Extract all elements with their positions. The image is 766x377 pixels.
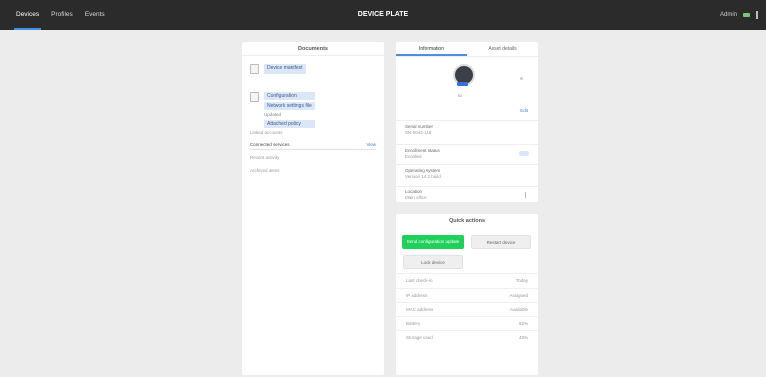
document-item[interactable]: Configuration Network settings file Upda… <box>250 92 315 128</box>
detail-row: Storage used 48% <box>396 330 538 345</box>
profile-panel: Information Asset details ID Edit Serial… <box>396 42 538 202</box>
detail-key: IP address <box>406 293 428 298</box>
avatar-badge-icon <box>457 82 468 86</box>
document-item[interactable]: Device manifest <box>250 64 306 74</box>
document-chip[interactable]: Configuration <box>264 92 315 100</box>
detail-value: Available <box>509 307 528 312</box>
info-row[interactable]: Location Main office <box>396 186 538 202</box>
send-update-button[interactable]: Send configuration update <box>402 235 464 249</box>
info-row: Operating system Version 14.2 build <box>396 164 538 186</box>
detail-key: Battery <box>406 321 421 326</box>
link-connected-services[interactable]: Connected services View <box>250 142 376 150</box>
detail-row: Battery 92% <box>396 316 538 331</box>
info-value: Version 14.2 build <box>405 174 441 179</box>
document-note: Updated <box>264 112 282 117</box>
document-chip[interactable]: Device manifest <box>264 64 306 74</box>
top-bar: Devices Profiles Events DEVICE PLATE Adm… <box>0 0 766 30</box>
document-icon <box>250 64 259 74</box>
detail-key: Storage used <box>406 335 433 340</box>
actions-panel: Quick actions Send configuration update … <box>396 214 538 375</box>
detail-value: Today <box>515 278 528 283</box>
user-name[interactable]: Admin <box>720 12 737 18</box>
document-chip[interactable]: Attached policy <box>264 120 315 128</box>
tab-information[interactable]: Information <box>396 42 467 56</box>
detail-value: 48% <box>518 335 528 340</box>
link-linked-accounts[interactable]: Linked accounts <box>250 130 376 135</box>
lock-button[interactable]: Lock device <box>403 255 463 269</box>
detail-value: Assigned <box>509 293 528 298</box>
status-toggle[interactable] <box>519 151 529 156</box>
info-value: Main office <box>405 195 427 200</box>
detail-key: Last check-in <box>406 278 433 283</box>
detail-row: IP address Assigned <box>396 288 538 303</box>
detail-value: 92% <box>518 321 528 326</box>
restart-button[interactable]: Restart device <box>471 235 531 249</box>
user-area: Admin <box>720 0 758 30</box>
edit-link[interactable]: Edit <box>520 108 528 113</box>
profile-tabs: Information Asset details <box>396 42 538 57</box>
detail-row: Last check-in Today <box>396 273 538 288</box>
documents-panel: Documents Device manifest Configuration … <box>242 42 384 375</box>
status-indicator-icon <box>743 13 750 17</box>
avatar-caption: ID <box>458 93 462 98</box>
link-recent-activity[interactable]: Recent activity <box>250 155 376 160</box>
detail-key: MAC address <box>406 307 434 312</box>
link-label: Connected services <box>250 142 290 147</box>
info-row: Serial number SN-0042-118 <box>396 120 538 144</box>
chevron-right-icon[interactable] <box>523 192 526 198</box>
view-all-link[interactable]: View <box>366 142 376 147</box>
document-details: Configuration Network settings file Upda… <box>264 92 315 128</box>
tab-asset-details[interactable]: Asset details <box>467 42 538 56</box>
actions-title: Quick actions <box>448 218 486 224</box>
info-value: Enrolled <box>405 154 422 159</box>
app-title: DEVICE PLATE <box>357 11 409 18</box>
document-chip[interactable]: Network settings file <box>264 102 315 110</box>
link-archived-items[interactable]: Archived items <box>250 168 376 173</box>
documents-title: Documents <box>242 42 384 56</box>
document-icon <box>250 92 259 102</box>
info-value: SN-0042-118 <box>405 130 432 135</box>
more-menu-icon[interactable] <box>756 11 758 19</box>
info-row[interactable]: Enrollment status Enrolled <box>396 144 538 164</box>
detail-row: MAC address Available <box>396 302 538 317</box>
dot-icon <box>520 77 523 80</box>
